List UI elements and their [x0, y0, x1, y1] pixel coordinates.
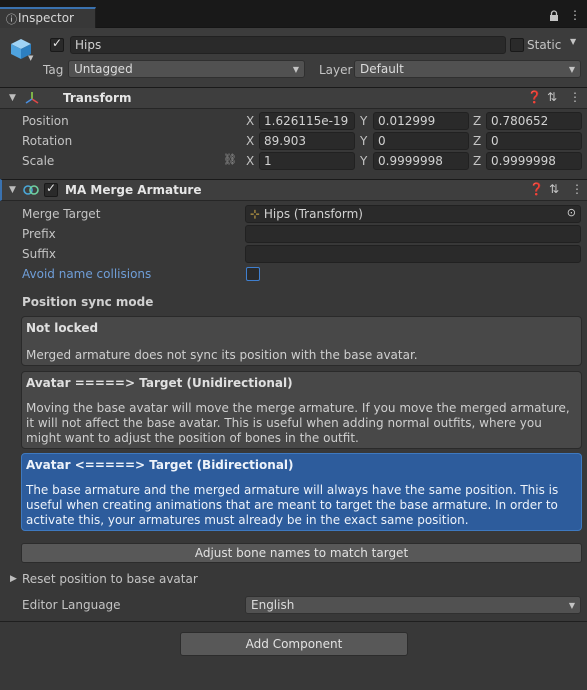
chevron-down-icon: ▼ [568, 65, 575, 74]
scale-y-axis: Y [360, 154, 368, 168]
avoid-name-collisions-label: Avoid name collisions [22, 267, 152, 281]
avoid-name-collisions-checkbox[interactable] [246, 267, 260, 281]
option-title: Not locked [26, 321, 99, 335]
tag-label: Tag [43, 63, 64, 77]
more-menu-icon[interactable]: ⋮ [569, 8, 581, 22]
transform-object-icon: ⊹ [250, 207, 261, 221]
tab-inspector-label: Inspector [18, 11, 74, 25]
layer-label: Layer [319, 63, 353, 77]
scale-y-field[interactable]: 0.9999998 [373, 152, 469, 170]
option-title: Avatar <=====> Target (Bidirectional) [26, 458, 294, 472]
prefix-field[interactable] [245, 225, 581, 243]
chevron-down-icon: ▼ [292, 65, 299, 74]
merge-target-field[interactable]: ⊹ Hips (Transform) ⊙ [245, 205, 581, 223]
icon-dropdown-arrow-icon[interactable]: ▼ [28, 54, 33, 62]
position-x-field[interactable]: 1.626115e-19 [259, 112, 355, 130]
sync-option-not-locked[interactable]: Not locked Merged armature does not sync… [21, 316, 582, 366]
tab-inspector[interactable]: ⓘ Inspector [0, 7, 96, 28]
option-description: The base armature and the merged armatur… [26, 483, 559, 527]
merge-armature-header[interactable]: ▼ MA Merge Armature ❓ ⇅ ⋮ [0, 179, 587, 201]
rotation-label: Rotation [22, 134, 73, 148]
object-picker-icon[interactable]: ⊙ [567, 206, 576, 219]
editor-language-value: English [251, 598, 295, 612]
rotation-z-field[interactable]: 0 [486, 132, 582, 150]
foldout-arrow-icon[interactable]: ▼ [9, 93, 16, 103]
scale-z-axis: Z [473, 154, 482, 168]
lock-icon[interactable] [549, 10, 559, 24]
static-checkbox[interactable] [510, 38, 524, 52]
sync-option-bidirectional[interactable]: Avatar <=====> Target (Bidirectional) Th… [21, 453, 582, 531]
more-menu-icon[interactable]: ⋮ [569, 90, 581, 104]
option-description: Moving the base avatar will move the mer… [26, 401, 570, 445]
rotation-z-axis: Z [473, 134, 482, 148]
presets-icon[interactable]: ⇅ [547, 90, 557, 104]
position-z-field[interactable]: 0.780652 [486, 112, 582, 130]
gameobject-header: ▼ Hips Static ▼ Tag Untagged ▼ Layer Def… [0, 28, 587, 88]
adjust-bone-names-button[interactable]: Adjust bone names to match target [21, 543, 582, 563]
help-icon[interactable]: ❓ [529, 182, 544, 196]
position-y-axis: Y [360, 114, 368, 128]
tag-value: Untagged [74, 62, 133, 76]
add-component-button[interactable]: Add Component [180, 632, 408, 656]
foldout-arrow-icon[interactable]: ▶ [10, 574, 17, 584]
suffix-label: Suffix [22, 247, 56, 261]
prefix-label: Prefix [22, 227, 56, 241]
component-enabled-checkbox[interactable] [44, 181, 58, 197]
option-title: Avatar =====> Target (Unidirectional) [26, 376, 293, 390]
rotation-x-field[interactable]: 89.903 [259, 132, 355, 150]
transform-title: Transform [63, 91, 132, 105]
scale-x-axis: X [246, 154, 255, 168]
sync-option-unidirectional[interactable]: Avatar =====> Target (Unidirectional) Mo… [21, 371, 582, 449]
object-name-field[interactable]: Hips [70, 36, 506, 54]
rotation-y-axis: Y [360, 134, 368, 148]
presets-icon[interactable]: ⇅ [549, 182, 559, 196]
suffix-field[interactable] [245, 245, 581, 263]
layer-dropdown[interactable]: Default ▼ [354, 60, 581, 78]
position-z-axis: Z [473, 114, 482, 128]
chevron-down-icon: ▼ [568, 601, 575, 610]
reset-position-foldout[interactable]: Reset position to base avatar [22, 572, 198, 586]
tab-bar: ⓘ Inspector ⋮ [0, 0, 587, 28]
rotation-x-axis: X [246, 134, 255, 148]
merge-armature-title: MA Merge Armature [65, 183, 202, 197]
merge-target-label: Merge Target [22, 207, 101, 221]
editor-language-dropdown[interactable]: English ▼ [245, 596, 581, 614]
more-menu-icon[interactable]: ⋮ [571, 182, 583, 196]
active-checkbox[interactable] [50, 36, 64, 52]
option-description: Merged armature does not sync its positi… [26, 348, 418, 362]
static-label: Static [527, 38, 562, 52]
position-y-field[interactable]: 0.012999 [373, 112, 469, 130]
divider [0, 621, 587, 622]
scale-z-field[interactable]: 0.9999998 [486, 152, 582, 170]
constrain-proportions-icon[interactable]: ⛓ [223, 153, 237, 166]
static-dropdown-arrow-icon[interactable]: ▼ [570, 37, 576, 46]
transform-header[interactable]: ▼ Transform ❓ ⇅ ⋮ [0, 87, 587, 109]
merge-target-value: Hips (Transform) [263, 207, 363, 221]
layer-value: Default [360, 62, 404, 76]
rotation-y-field[interactable]: 0 [373, 132, 469, 150]
tag-dropdown[interactable]: Untagged ▼ [68, 60, 305, 78]
scale-x-field[interactable]: 1 [259, 152, 355, 170]
help-icon[interactable]: ❓ [527, 90, 542, 104]
merge-armature-script-icon [23, 185, 39, 195]
transform-axes-icon [25, 92, 39, 104]
scale-label: Scale [22, 154, 55, 168]
foldout-arrow-icon[interactable]: ▼ [9, 185, 16, 195]
editor-language-label: Editor Language [22, 598, 121, 612]
position-x-axis: X [246, 114, 255, 128]
position-label: Position [22, 114, 69, 128]
info-icon: ⓘ [6, 13, 17, 26]
position-sync-mode-label: Position sync mode [22, 295, 154, 309]
